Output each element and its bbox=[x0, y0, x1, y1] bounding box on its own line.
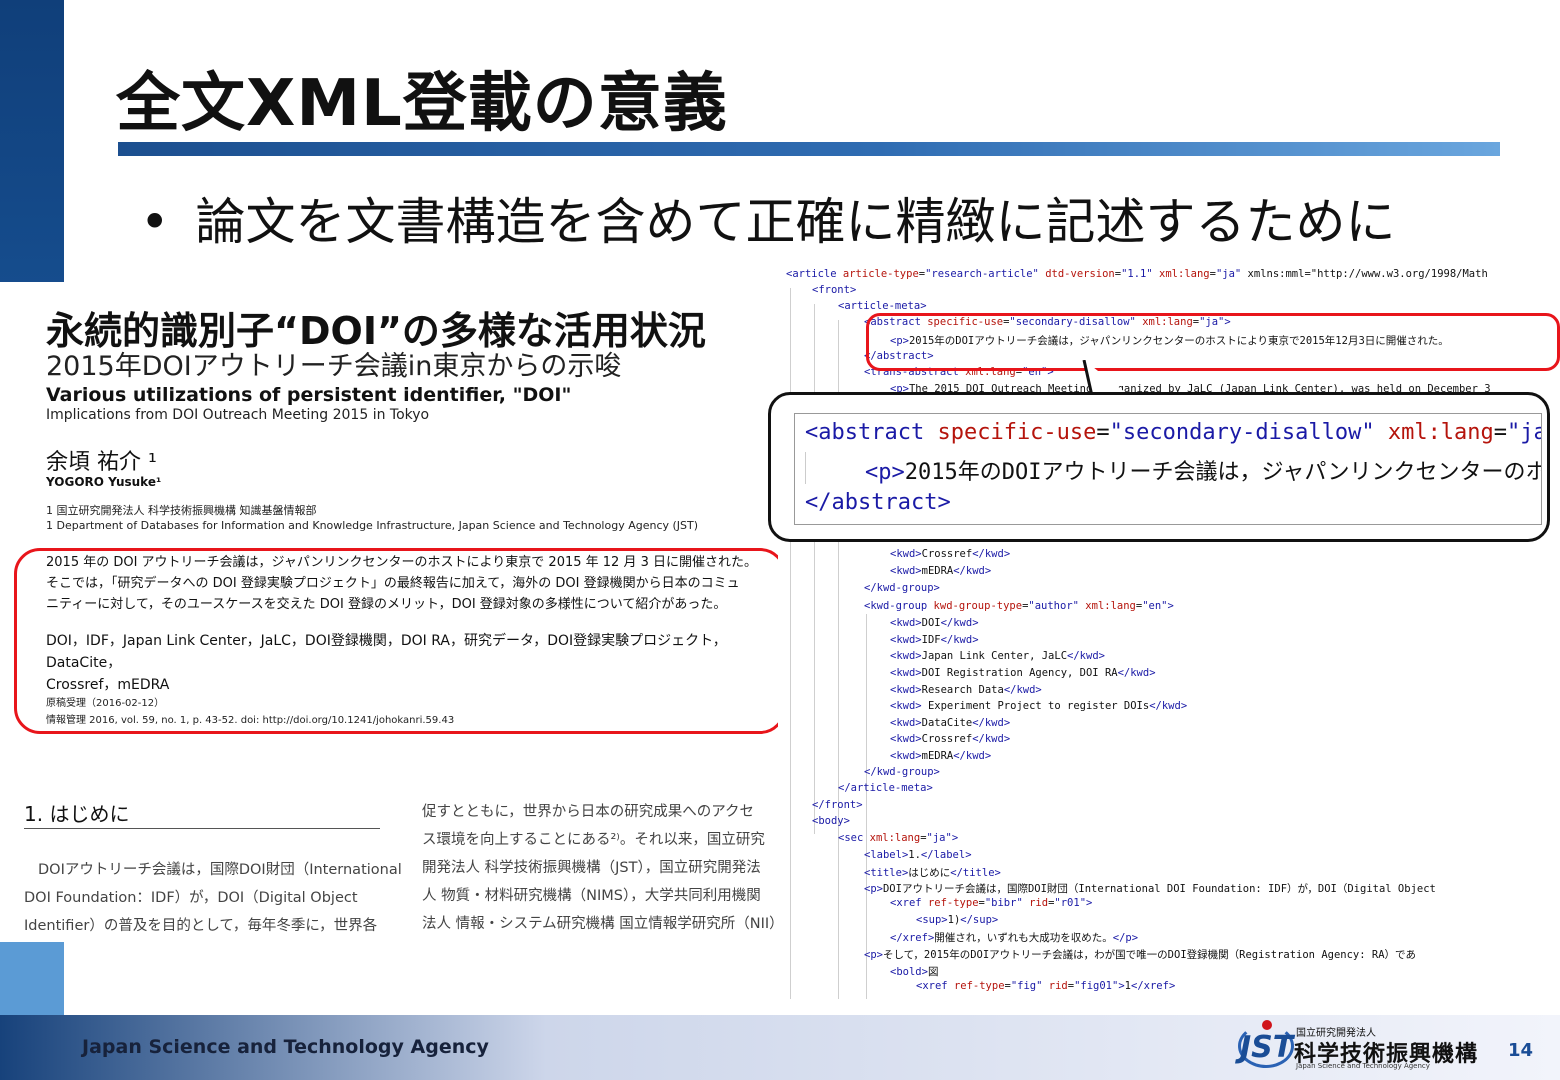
zoom-line-2: <p>2015年のDOIアウトリーチ会議は，ジャパンリンクセンターのホスト bbox=[865, 454, 1542, 486]
xml-line: <sec xml:lang="ja"> bbox=[838, 832, 959, 844]
bullet-point: • 論文を文書構造を含めて正確に精緻に記述するために bbox=[140, 182, 1396, 254]
xml-line: </xref>開催され，いずれも大成功を収めた。</p> bbox=[890, 932, 1139, 944]
paper-text-line: 人 物質・材料研究機構（NIMS），大学共同利用機関 bbox=[422, 888, 761, 904]
xml-line: <sup>1)</sup> bbox=[916, 914, 999, 926]
xml-line: </kwd-group> bbox=[864, 582, 940, 594]
bullet-text: 論文を文書構造を含めて正確に精緻に記述するために bbox=[195, 193, 1396, 251]
zoom-line-3: </abstract> bbox=[805, 490, 951, 515]
xml-line: <kwd>DataCite</kwd> bbox=[890, 717, 1011, 729]
paper-column-right: 促すとともに，世界から日本の研究成果へのアクセ ス環境を向上することにある²⁾。… bbox=[422, 798, 791, 938]
slide-title: 全文XML登載の意義 bbox=[116, 67, 728, 141]
section-rule bbox=[24, 828, 380, 829]
page-number: 14 bbox=[1508, 1040, 1534, 1061]
xml-line: <label>1.</label> bbox=[864, 849, 972, 861]
xml-line: <kwd-group kwd-group-type="author" xml:l… bbox=[864, 600, 1174, 612]
indent-guide bbox=[866, 614, 867, 999]
xml-line: <kwd>IDF</kwd> bbox=[890, 634, 979, 646]
xml-line: </front> bbox=[812, 799, 863, 811]
xml-line: <article-meta> bbox=[838, 300, 927, 312]
xml-line: <kwd>DOI Registration Agency, DOI RA</kw… bbox=[890, 667, 1156, 679]
paper-affiliation-en: 1 Department of Databases for Informatio… bbox=[46, 519, 699, 532]
paper-affiliation-ja: 1 国立研究開発法人 科学技術振興機構 知識基盤情報部 bbox=[46, 504, 317, 517]
xml-line: <kwd>Japan Link Center, JaLC</kwd> bbox=[890, 650, 1105, 662]
paper-text-line: DOIアウトリーチ会議は，国際DOI財団（International bbox=[38, 862, 402, 878]
paper-author: 余頃 祐介 ¹ bbox=[46, 450, 157, 475]
xml-line: <title>はじめに</title> bbox=[864, 867, 1001, 879]
paper-subtitle-en: Implications from DOI Outreach Meeting 2… bbox=[46, 407, 430, 423]
indent-guide bbox=[805, 452, 806, 484]
xml-line: <p>そして，2015年のDOIアウトリーチ会議は，わが国で唯一のDOI登録機関… bbox=[864, 949, 1416, 961]
xml-line: <kwd>Crossref</kwd> bbox=[890, 548, 1011, 560]
xml-line: <kwd>mEDRA</kwd> bbox=[890, 750, 992, 762]
zoom-line-1: <abstract specific-use="secondary-disall… bbox=[805, 420, 1541, 445]
paper-text-line: Identifier）の普及を目的として，毎年冬季に，世界各 bbox=[24, 918, 378, 934]
paper-page-image: 永続的識別子“DOI”の多様な活用状況 2015年DOIアウトリーチ会議in東京… bbox=[0, 282, 792, 942]
paper-section-heading: 1. はじめに bbox=[24, 802, 130, 826]
paper-author-en: YOGORO Yusuke¹ bbox=[46, 475, 162, 489]
xml-abstract-highlight-box bbox=[866, 313, 1560, 371]
paper-text-line: ス環境を向上することにある²⁾。それ以来，国立研究 bbox=[422, 832, 765, 848]
xml-line: </kwd-group> bbox=[864, 766, 940, 778]
zoom-code-view: <abstract specific-use="secondary-disall… bbox=[794, 413, 1542, 525]
paper-text-line: 開発法人 科学技術振興機構（JST），国立研究開発法 bbox=[422, 860, 761, 876]
xml-line: <kwd>DOI</kwd> bbox=[890, 617, 979, 629]
xml-source-image: <article article-type="research-article"… bbox=[778, 264, 1538, 999]
paper-text-line: DOI Foundation：IDF）が，DOI（Digital Object bbox=[24, 890, 358, 906]
xml-line: <kwd>Research Data</kwd> bbox=[890, 684, 1042, 696]
xml-line: <article article-type="research-article"… bbox=[786, 268, 1488, 280]
xml-line: <kwd>mEDRA</kwd> bbox=[890, 565, 992, 577]
paper-text-line: 促すとともに，世界から日本の研究成果へのアクセ bbox=[422, 804, 755, 820]
paper-subtitle: 2015年DOIアウトリーチ会議in東京からの示唆 bbox=[46, 351, 622, 382]
jst-logo-dot-icon bbox=[1262, 1020, 1272, 1030]
zoom-line-2-text: 2015年のDOIアウトリーチ会議は，ジャパンリンクセンターのホスト bbox=[904, 460, 1542, 485]
xml-line: <bold>図 bbox=[890, 966, 939, 978]
xml-line: <xref ref-type="bibr" rid="r01"> bbox=[890, 897, 1093, 909]
title-underline-bar bbox=[118, 142, 1500, 156]
paper-column-left: DOIアウトリーチ会議は，国際DOI財団（International DOI F… bbox=[24, 856, 402, 940]
indent-guide bbox=[814, 304, 815, 834]
jst-logo-mark: JST bbox=[1240, 1030, 1294, 1065]
paper-title-en: Various utilizations of persistent ident… bbox=[46, 384, 572, 406]
xml-line: </article-meta> bbox=[838, 782, 933, 794]
bullet-dot-icon: • bbox=[140, 193, 170, 251]
sidebar-accent bbox=[0, 940, 64, 1015]
xml-line: <body> bbox=[812, 815, 850, 827]
logo-org-english: Japan Science and Technology Agency bbox=[1296, 1062, 1430, 1070]
xml-line: <p>DOIアウトリーチ会議は，国際DOI財団（International DO… bbox=[864, 883, 1436, 895]
xml-line: <xref ref-type="fig" rid="fig01">1</xref… bbox=[916, 980, 1176, 992]
xml-line: <kwd> Experiment Project to register DOI… bbox=[890, 700, 1188, 712]
footer-org-name: Japan Science and Technology Agency bbox=[82, 1036, 489, 1058]
abstract-highlight-box bbox=[14, 548, 786, 734]
paper-text-line: 法人 情報・システム研究機構 国立情報学研究所（NII）， bbox=[422, 916, 791, 932]
xml-line: <kwd>Crossref</kwd> bbox=[890, 733, 1011, 745]
xml-line: <front> bbox=[812, 284, 857, 296]
